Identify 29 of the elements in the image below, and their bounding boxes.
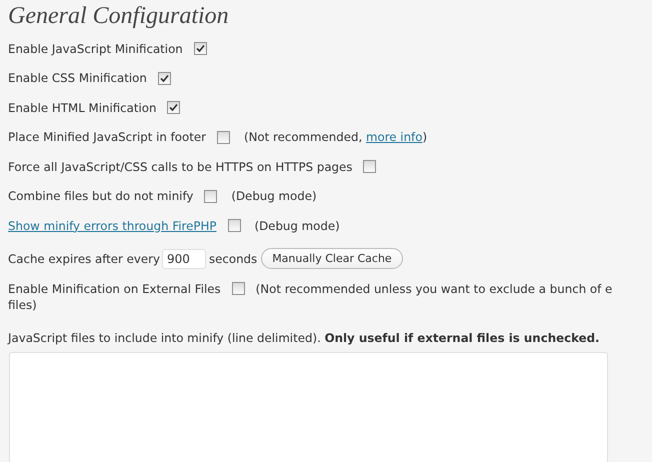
option-label: Force all JavaScript/CSS calls to be HTTPS on HTTPS pages [8,160,352,174]
more-info-link[interactable]: more info [366,130,422,144]
unit-label: seconds [208,252,258,266]
checkbox[interactable] [216,130,230,144]
option-note: (Debug mode) [254,218,340,233]
option-label: Cache expires after every [8,252,160,266]
checkbox[interactable] [232,282,245,294]
cache-field[interactable]: 900 [162,248,206,268]
checkbox[interactable] [158,72,171,85]
option-link[interactable]: Show minify errors through FirePHP [8,218,216,233]
option-note: (Debug mode) [231,189,317,204]
option-note: (Not recommended, more info) [244,130,428,144]
clear-cache-button[interactable]: Manually Clear Cache [261,248,403,269]
option-label: Combine files but do not minify [8,189,194,204]
option-label: Place Minified JavaScript in footer [8,130,206,144]
option-label: Enable CSS Minification [8,71,147,86]
checkbox[interactable] [204,190,218,203]
checkbox[interactable] [167,101,180,114]
page-title: General Configuration [8,2,230,31]
option-label: Enable Minification on External Files [8,282,221,296]
option-note: (Not recommended unless you want to exclude a bunch of e [256,282,612,296]
textarea-label: JavaScript files to include into minify (line delimited). Only useful if external files is unchecked. [8,330,601,346]
checkbox[interactable] [228,219,240,232]
option-label: Enable JavaScript Minification [8,42,183,56]
option-label: Enable HTML Minification [8,100,156,115]
option-note: files) [8,296,37,312]
input-field[interactable] [9,352,608,462]
checkbox[interactable] [194,42,207,56]
checkbox[interactable] [363,160,376,174]
